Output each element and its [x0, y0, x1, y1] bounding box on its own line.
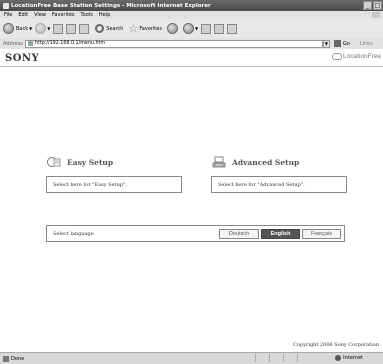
home-icon — [79, 23, 90, 34]
language-english-button[interactable]: English — [261, 229, 300, 239]
advanced-setup-heading[interactable]: Advanced Setup — [212, 156, 299, 168]
status-pane — [297, 354, 311, 362]
menu-view[interactable]: View — [34, 12, 46, 18]
menu-favorites[interactable]: Favorites — [52, 12, 75, 18]
window-title: LocationFree Base Station Settings - Mic… — [11, 2, 211, 9]
menu-edit[interactable]: Edit — [18, 12, 28, 18]
chevron-down-icon: ▼ — [29, 26, 33, 31]
language-deutsch-button[interactable]: Deutsch — [219, 229, 259, 239]
status-pane — [283, 354, 297, 362]
menu-bar: File Edit View Favorites Tools Help — [0, 11, 383, 19]
edit-icon — [214, 23, 225, 34]
search-label: Search — [106, 25, 124, 32]
back-label: Back — [16, 25, 29, 32]
history-button[interactable] — [166, 23, 178, 34]
easy-setup-heading[interactable]: Easy Setup — [47, 156, 113, 168]
zone-label: Internet — [343, 355, 363, 361]
page-done-icon — [3, 355, 9, 362]
go-label: Go — [342, 40, 350, 47]
status-pane — [269, 354, 283, 362]
search-button[interactable]: Search — [95, 24, 123, 33]
maximize-button[interactable]: □ — [373, 1, 382, 10]
locationfree-icon — [332, 53, 343, 60]
refresh-icon — [66, 23, 77, 34]
stop-icon — [53, 23, 64, 34]
minimize-button[interactable]: _ — [363, 1, 372, 10]
address-dropdown-button[interactable]: ▼ — [322, 39, 330, 48]
advanced-setup-title: Advanced Setup — [232, 157, 300, 167]
print-icon — [201, 23, 212, 34]
forward-arrow-icon — [35, 23, 47, 34]
locationfree-logo: LocationFree — [332, 53, 381, 60]
history-icon — [166, 23, 178, 34]
page-header: SONY LocationFree — [0, 49, 383, 67]
browser-toolbar: Back ▼ ▼ Search ☆ Favorites ▼ — [0, 19, 383, 39]
advanced-setup-description: Select here for "Advanced Setup". — [218, 181, 305, 188]
favorites-label: Favorites — [139, 25, 162, 32]
refresh-button[interactable] — [66, 23, 77, 34]
status-text: Done — [11, 355, 25, 362]
locationfree-logo-text: LocationFree — [343, 53, 381, 61]
easy-setup-description: Select here for "Easy Setup". — [53, 181, 127, 188]
page-content: SONY LocationFree Easy Setup Advanced Se… — [0, 49, 383, 352]
chevron-down-icon: ▼ — [47, 26, 51, 31]
easy-setup-title: Easy Setup — [67, 157, 114, 167]
easy-setup-icon — [47, 157, 61, 167]
chevron-down-icon: ▼ — [194, 26, 199, 31]
language-selector: Select language Deutsch English Français — [46, 225, 345, 242]
menu-file[interactable]: File — [4, 12, 12, 18]
mail-icon — [182, 23, 194, 34]
advanced-setup-icon — [212, 156, 226, 168]
status-panes — [255, 354, 311, 362]
window-controls: _ □ — [363, 1, 382, 10]
address-url: http://192.168.0.1/menu.htm — [34, 41, 106, 46]
language-francais-button[interactable]: Français — [302, 229, 341, 239]
page-icon — [27, 41, 33, 46]
sony-logo: SONY — [5, 53, 40, 64]
star-icon: ☆ — [128, 21, 139, 35]
address-input[interactable]: http://192.168.0.1/menu.htm — [24, 39, 323, 48]
links-button[interactable]: Links — [360, 41, 373, 47]
back-arrow-icon — [3, 23, 14, 34]
stop-button[interactable] — [53, 23, 64, 34]
edit-button[interactable] — [214, 23, 225, 34]
address-label: Address — [3, 40, 23, 47]
security-zone[interactable]: Internet — [335, 355, 363, 361]
copyright-text: Copyright 2006 Sony Corporation — [293, 342, 379, 348]
favorites-button[interactable]: ☆ Favorites — [128, 21, 162, 35]
window-titlebar: LocationFree Base Station Settings - Mic… — [0, 0, 383, 11]
language-label: Select language — [53, 231, 94, 237]
messenger-icon — [227, 23, 238, 34]
messenger-button[interactable] — [227, 23, 238, 34]
status-pane — [255, 354, 269, 362]
back-button[interactable]: Back ▼ — [3, 23, 32, 34]
print-button[interactable] — [201, 23, 212, 34]
advanced-setup-link[interactable]: Select here for "Advanced Setup". — [211, 176, 347, 193]
go-arrow-icon — [333, 40, 341, 47]
menu-tools[interactable]: Tools — [81, 12, 93, 18]
status-bar: Done Internet — [0, 352, 383, 364]
ie-icon — [3, 2, 9, 9]
windows-flag-icon — [372, 12, 380, 18]
easy-setup-link[interactable]: Select here for "Easy Setup". — [46, 176, 182, 193]
search-icon — [95, 24, 105, 33]
home-button[interactable] — [79, 23, 90, 34]
mail-button[interactable]: ▼ — [182, 23, 199, 34]
go-button[interactable]: Go — [333, 40, 350, 47]
globe-icon — [335, 355, 342, 361]
forward-button[interactable]: ▼ — [35, 23, 50, 34]
menu-help[interactable]: Help — [99, 12, 110, 18]
